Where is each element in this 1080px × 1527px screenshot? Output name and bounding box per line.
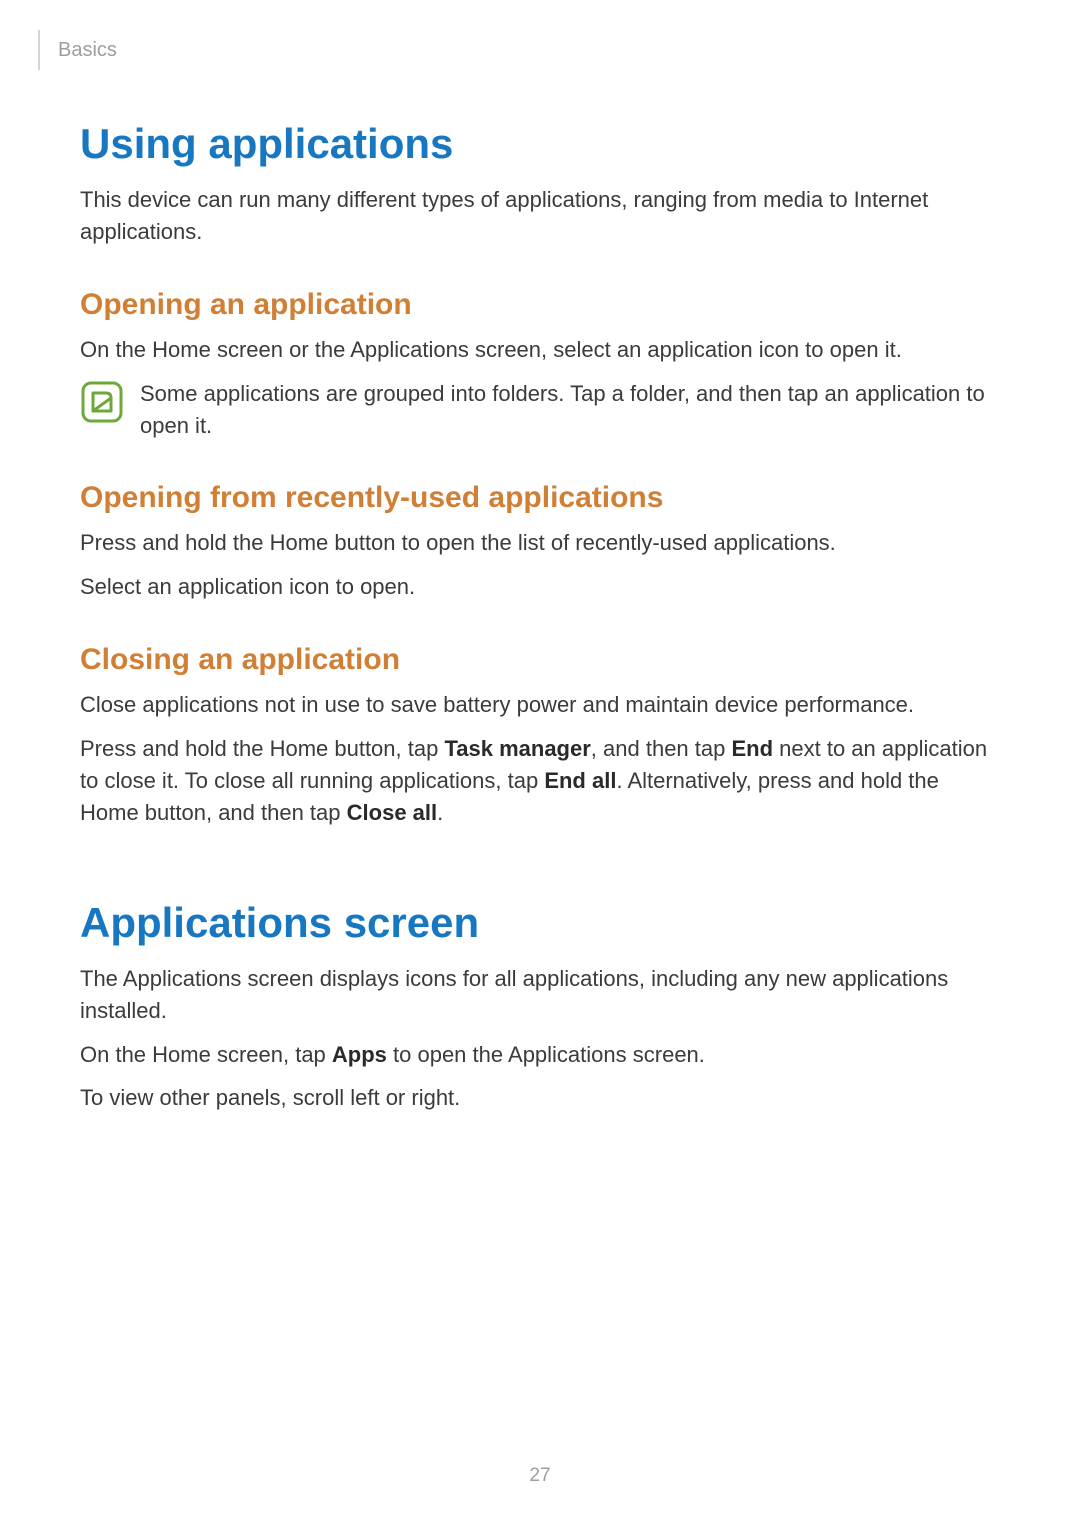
section-title-applications-screen: Applications screen [80,899,1000,947]
sub3-p2-text-2: , and then tap [591,736,732,761]
sub3-p2-bold-close-all: Close all [347,800,437,825]
sub1-paragraph-1: On the Home screen or the Applications s… [80,334,1000,366]
sub2-paragraph-1: Press and hold the Home button to open t… [80,527,1000,559]
sub3-p2-bold-task-manager: Task manager [444,736,590,761]
section-title-using-applications: Using applications [80,120,1000,168]
section2-paragraph-2: On the Home screen, tap Apps to open the… [80,1039,1000,1071]
section2-p2-text-2: to open the Applications screen. [387,1042,705,1067]
sub3-p2-bold-end-all: End all [544,768,616,793]
sub3-p2-text-5: . [437,800,443,825]
subsection-title-opening-an-application: Opening an application [80,288,1000,322]
section1-intro-paragraph: This device can run many different types… [80,184,1000,248]
header-divider [38,30,40,70]
note-text: Some applications are grouped into folde… [140,378,1000,442]
section2-paragraph-3: To view other panels, scroll left or rig… [80,1082,1000,1114]
section2-paragraph-1: The Applications screen displays icons f… [80,963,1000,1027]
sub2-paragraph-2: Select an application icon to open. [80,571,1000,603]
sub3-paragraph-2: Press and hold the Home button, tap Task… [80,733,1000,829]
subsection-title-opening-from-recent: Opening from recently-used applications [80,481,1000,515]
subsection-title-closing-an-application: Closing an application [80,643,1000,677]
section2-p2-bold-apps: Apps [332,1042,387,1067]
sub3-paragraph-1: Close applications not in use to save ba… [80,689,1000,721]
page-header: Basics [38,30,1000,70]
note-block: Some applications are grouped into folde… [80,378,1000,442]
sub3-p2-text-1: Press and hold the Home button, tap [80,736,444,761]
section2-p2-text-1: On the Home screen, tap [80,1042,332,1067]
sub3-p2-bold-end: End [731,736,773,761]
note-icon [80,380,124,430]
chapter-label: Basics [58,39,117,62]
page-number: 27 [0,1465,1080,1487]
document-page: Basics Using applications This device ca… [0,0,1080,1527]
